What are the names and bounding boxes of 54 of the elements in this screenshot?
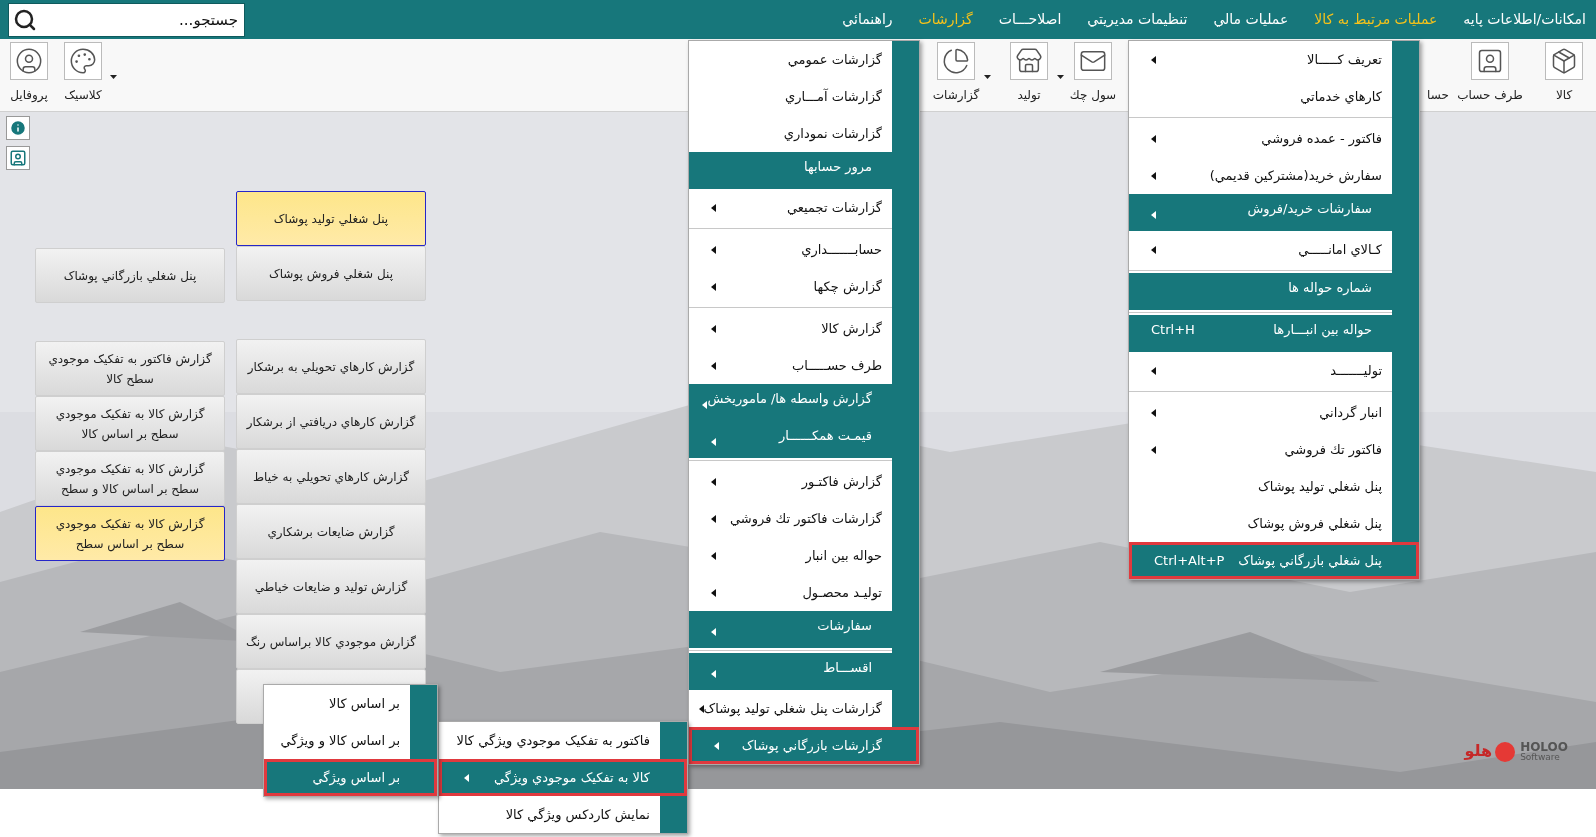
toolbar-button[interactable]: سول چك <box>1068 39 1118 111</box>
panel-button[interactable]: گزارش فاكتور به تفكيک موجودي سطح كالا <box>35 341 225 396</box>
panel-button[interactable]: گزارش ضايعات برشكاري <box>236 504 426 559</box>
person-card-icon <box>1476 47 1504 75</box>
menu-bar-item[interactable]: عمليات مالي <box>1213 9 1289 30</box>
palette-icon <box>69 47 97 75</box>
logo-subtitle: Software <box>1520 752 1561 762</box>
toolbar-button[interactable]: كالا <box>1538 39 1590 111</box>
menu-item[interactable]: سفارشات خريد/فروش <box>1129 194 1392 231</box>
menu-item[interactable]: سفارشات <box>689 611 892 648</box>
menu-item[interactable]: شماره حواله ها <box>1129 273 1392 310</box>
toolbar-button[interactable]: طرف حساب <box>1456 39 1524 111</box>
menu-bar-item[interactable]: اصلاحـــات <box>998 9 1062 30</box>
panel-button[interactable]: گزارش كارهاي تحويلي به خياط <box>236 449 426 504</box>
panel-button[interactable]: گزارش كارهاي دريافتي از برشكار <box>236 394 426 449</box>
panel-button[interactable]: پنل شغلي بازرگاني پوشاک <box>35 248 225 303</box>
panel-button[interactable]: گزارش كارهاي تحويلي به برشكار <box>236 339 426 394</box>
caret-icon[interactable] <box>110 75 117 79</box>
menu-item[interactable]: گزارشات بازرگاني پوشاک <box>689 727 919 764</box>
caret-icon[interactable] <box>984 75 991 79</box>
panel-button[interactable]: گزارش موجودي كالا براساس رنگ <box>236 614 426 669</box>
panel-button[interactable]: گزارش توليد و ضايعات خياطي <box>236 559 426 614</box>
menu-item[interactable]: بر اساس ويژگي <box>264 759 437 796</box>
panel-button[interactable]: گزارش كالا به تفكيک موجودي سطح بر اساس كالا <box>35 396 225 451</box>
panel-button[interactable]: پنل شغلي توليد پوشاک <box>236 191 426 246</box>
toolbar-button[interactable]: پروفايل <box>6 39 52 111</box>
search-field[interactable]: جستجو... <box>37 3 244 36</box>
menu-bar-item[interactable]: امکانات/اطلاعات پايه <box>1463 9 1586 30</box>
info-icon[interactable] <box>6 116 30 140</box>
logo-text: هلو <box>1464 740 1493 762</box>
search-box[interactable]: جستجو... <box>8 2 245 37</box>
apple-icon <box>1494 740 1517 762</box>
menu-item[interactable]: اقســـاط <box>689 653 892 690</box>
toolbar-button[interactable]: توليد <box>1005 39 1053 111</box>
menu-item[interactable]: قيمـت همكــــــار <box>689 421 892 458</box>
search-icon[interactable] <box>13 7 37 32</box>
menu-item[interactable]: مرور حسابها <box>689 152 892 189</box>
menu-bar-item[interactable]: راهنمائي <box>842 9 893 30</box>
toolbar-button[interactable]: حسا <box>1420 39 1456 111</box>
user-card-icon[interactable] <box>6 146 30 170</box>
panel-button[interactable]: گزارش كالا به تفكيک موجودي سطح بر اساس سطح <box>35 506 225 561</box>
store-icon <box>1015 47 1043 75</box>
toolbar-button[interactable]: كلاسيک <box>60 39 106 111</box>
menu-item[interactable]: گزارش واسطه ها/ ماموريخش <box>689 384 892 421</box>
menu-item[interactable]: كالا به تفكيک موجودي ويژگي <box>439 759 687 796</box>
toolbar-button[interactable]: گزارشات <box>932 39 980 111</box>
menu-bar-item[interactable]: تنظيمات مديريتي <box>1087 9 1188 30</box>
panel-button[interactable]: گزارش كالا به تفكيک موجودي سطح بر اساس كالا و سطح <box>35 451 225 506</box>
caret-icon[interactable] <box>1057 75 1064 79</box>
chart-icon <box>942 47 970 75</box>
box-icon <box>1550 47 1578 75</box>
panel-button[interactable]: پنل شغلي فروش پوشاک <box>236 246 426 301</box>
logo-text: HOLOO <box>1520 740 1568 753</box>
user-icon <box>15 47 43 75</box>
